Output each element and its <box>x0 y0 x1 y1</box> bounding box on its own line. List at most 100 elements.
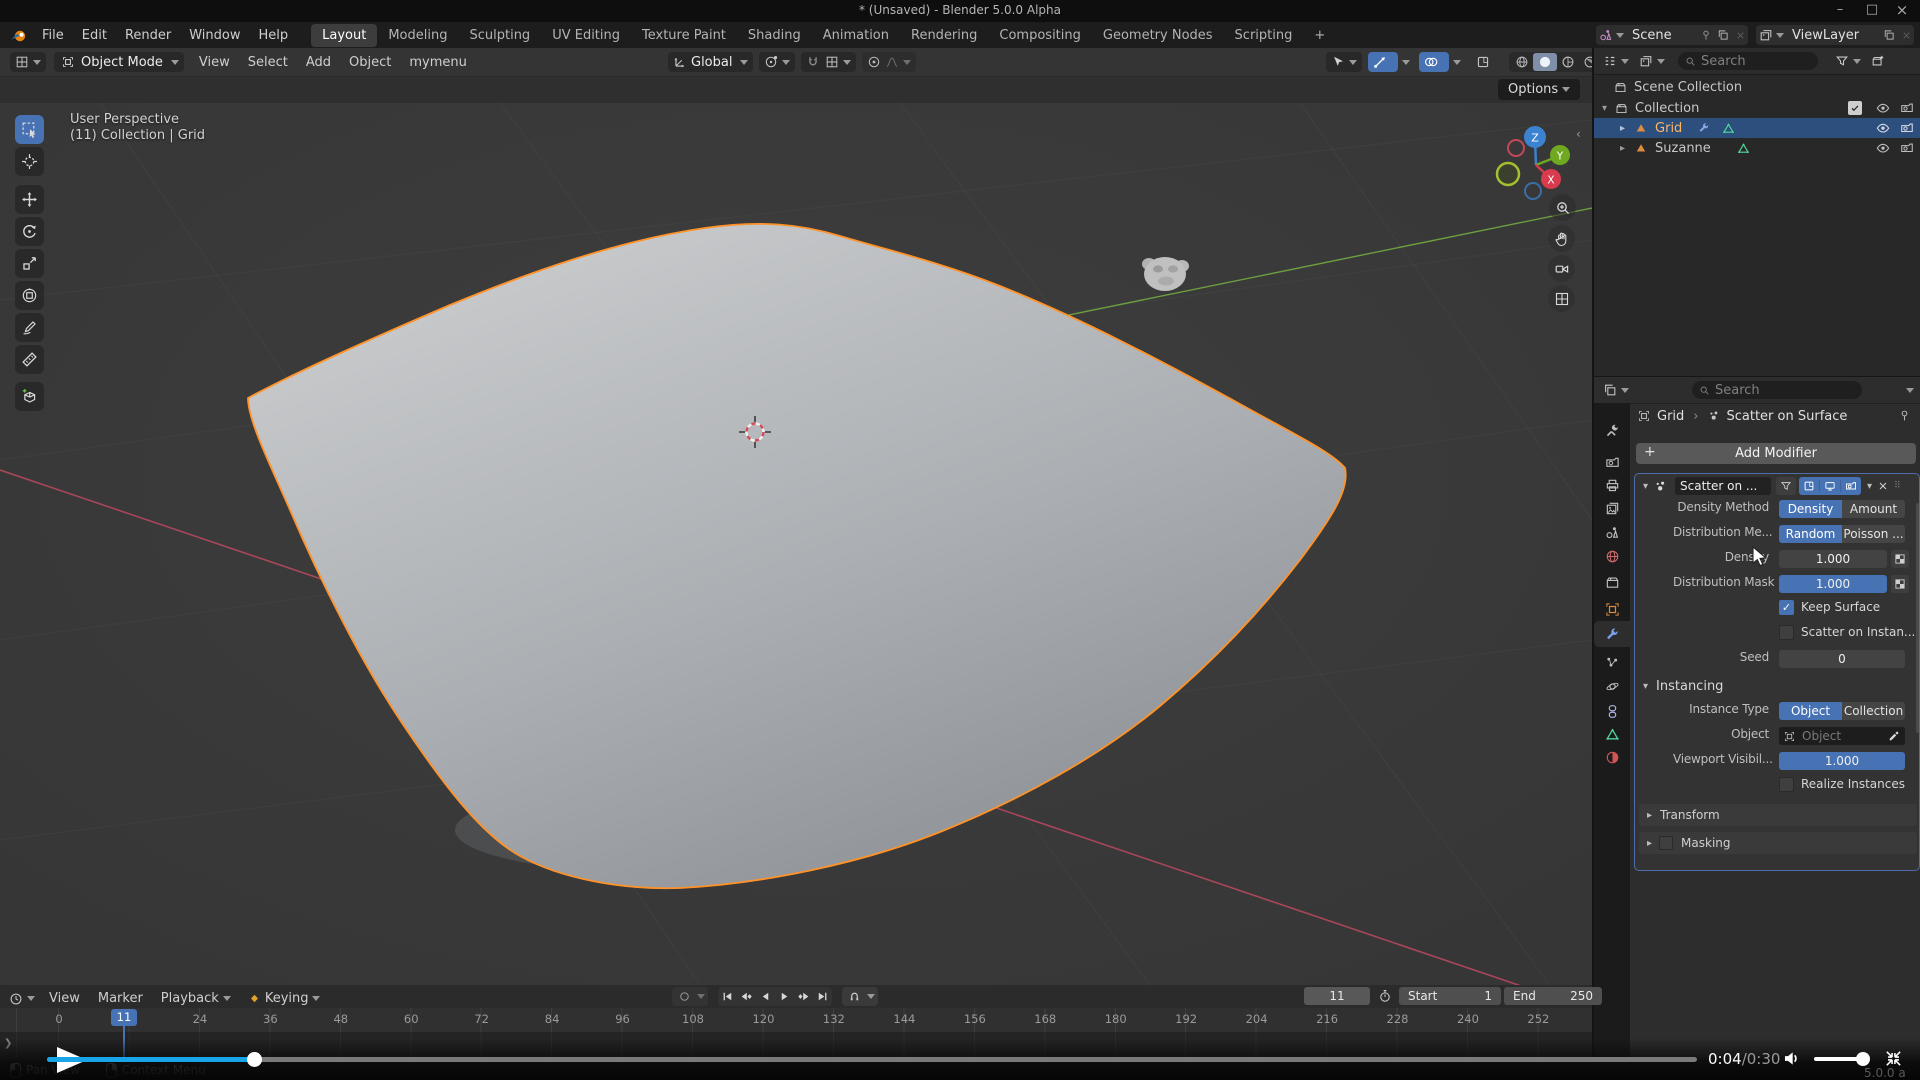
player-progress-track[interactable] <box>47 1057 1697 1062</box>
ortho-toggle-button[interactable] <box>1548 285 1575 312</box>
tool-measure[interactable] <box>15 345 44 374</box>
mask-texture-button[interactable] <box>1891 575 1909 593</box>
outliner-row-scene-collection[interactable]: Scene Collection <box>1594 77 1920 97</box>
viewport-menu-select[interactable]: Select <box>239 51 297 74</box>
viewlayer-selector[interactable]: ViewLayer <box>1756 25 1914 45</box>
eyedropper-icon[interactable] <box>1888 730 1900 742</box>
camera-view-button[interactable] <box>1548 255 1575 282</box>
breadcrumb-object[interactable]: Grid <box>1657 409 1684 424</box>
density-method-density[interactable]: Density <box>1779 500 1842 518</box>
play-button[interactable] <box>775 987 794 1006</box>
viewport-menu-view[interactable]: View <box>190 51 239 74</box>
seed-field[interactable]: 0 <box>1779 650 1905 668</box>
modifier-name-field[interactable]: Scatter on ... <box>1675 477 1771 495</box>
loop-dropdown[interactable] <box>867 994 875 999</box>
distribution-random[interactable]: Random <box>1779 525 1842 543</box>
zoom-button[interactable] <box>1549 194 1576 221</box>
outliner-row-suzanne[interactable]: ▸ Suzanne <box>1594 138 1920 158</box>
options-dropdown[interactable]: Options <box>1498 79 1580 100</box>
outliner-row-grid[interactable]: ▸ Grid <box>1594 118 1920 138</box>
proportional-edit-cluster[interactable] <box>862 52 916 72</box>
render-camera-icon[interactable] <box>1900 141 1914 155</box>
tool-annotate[interactable] <box>15 313 44 342</box>
hide-eye-icon[interactable] <box>1876 121 1890 135</box>
workspace-tab-shading[interactable]: Shading <box>737 24 812 47</box>
viewlayer-name[interactable]: ViewLayer <box>1786 28 1880 43</box>
preview-range-stopwatch-icon[interactable] <box>1378 989 1392 1003</box>
add-workspace-button[interactable]: + <box>1303 24 1336 47</box>
menu-edit[interactable]: Edit <box>73 24 116 47</box>
breadcrumb-modifier[interactable]: Scatter on Surface <box>1727 409 1848 424</box>
outliner-display-mode[interactable] <box>1598 51 1634 71</box>
editor-type-button[interactable] <box>10 52 46 72</box>
scene-name[interactable]: Scene <box>1626 28 1698 43</box>
tool-add-cube[interactable] <box>15 382 44 411</box>
minimize-button[interactable]: – <box>1826 0 1854 22</box>
pan-hand-button[interactable] <box>1548 225 1575 252</box>
pin-icon[interactable] <box>1698 29 1714 41</box>
shading-wireframe-icon[interactable] <box>1511 55 1533 69</box>
shading-solid-icon[interactable] <box>1533 53 1557 71</box>
distribution-poisson[interactable]: Poisson ... <box>1842 525 1905 543</box>
hide-eye-icon[interactable] <box>1876 101 1890 115</box>
blender-logo-icon[interactable] <box>10 28 27 43</box>
workspace-tab-modeling[interactable]: Modeling <box>377 24 458 47</box>
player-volume-knob[interactable] <box>1856 1052 1870 1066</box>
collapse-icon[interactable]: ▾ <box>1643 481 1648 492</box>
tab-tool[interactable] <box>1594 417 1630 443</box>
hide-eye-icon[interactable] <box>1876 141 1890 155</box>
properties-options-dropdown[interactable] <box>1906 388 1914 393</box>
menu-render[interactable]: Render <box>116 24 180 47</box>
sidebar-collapse-icon[interactable]: ‹ <box>1576 127 1581 141</box>
outliner-filter-dropdown[interactable] <box>1830 51 1866 71</box>
workspace-tab-animation[interactable]: Animation <box>812 24 900 47</box>
pin-id-icon[interactable] <box>1898 409 1911 422</box>
viewport-menu-add[interactable]: Add <box>297 51 340 74</box>
drag-handle-icon[interactable]: ⠿ <box>1894 481 1902 491</box>
menu-window[interactable]: Window <box>180 24 249 47</box>
tab-collection[interactable] <box>1594 569 1630 595</box>
maximize-button[interactable]: □ <box>1858 0 1886 22</box>
player-volume-icon[interactable] <box>1782 1049 1801 1068</box>
current-frame-field[interactable]: 11 <box>1304 987 1370 1005</box>
instance-type-object[interactable]: Object <box>1779 702 1842 720</box>
realtime-display-toggle[interactable] <box>1820 480 1841 492</box>
tab-view-layer[interactable] <box>1594 495 1630 521</box>
tool-transform[interactable] <box>15 281 44 310</box>
timeline-editor-type[interactable] <box>4 989 40 1009</box>
edit-mode-display-toggle[interactable] <box>1776 477 1796 495</box>
render-camera-icon[interactable] <box>1900 121 1914 135</box>
new-scene-icon[interactable] <box>1714 29 1732 41</box>
outliner-viewlayer-icon[interactable] <box>1634 51 1670 71</box>
extras-dropdown[interactable]: ▾ <box>1867 481 1872 492</box>
tab-physics[interactable] <box>1594 673 1630 699</box>
gizmo-toggle[interactable] <box>1368 52 1398 72</box>
play-reverse-button[interactable] <box>756 987 775 1006</box>
remove-viewlayer-icon[interactable] <box>1898 30 1914 41</box>
scene-selector[interactable]: Scene <box>1596 25 1748 45</box>
prev-keyframe-button[interactable] <box>737 987 756 1006</box>
new-collection-button[interactable] <box>1866 51 1890 71</box>
tool-rotate[interactable] <box>15 217 44 246</box>
xray-toggle[interactable] <box>1471 52 1501 72</box>
properties-editor-type[interactable] <box>1598 380 1634 400</box>
outliner-search-input[interactable]: Search <box>1678 52 1818 70</box>
viewlayer-icon[interactable] <box>1756 28 1776 42</box>
masking-subpanel[interactable]: ▸ Masking <box>1639 832 1917 854</box>
viewport-menu-mymenu[interactable]: mymenu <box>400 51 476 74</box>
auto-key-dropdown[interactable] <box>697 994 705 999</box>
timeline-menu-marker[interactable]: Marker <box>89 987 152 1010</box>
masking-checkbox[interactable] <box>1659 836 1673 850</box>
tab-object[interactable] <box>1594 596 1630 622</box>
workspace-tab-texture-paint[interactable]: Texture Paint <box>631 24 737 47</box>
instancing-section-header[interactable]: ▾ Instancing <box>1643 676 1723 696</box>
snap-cluster[interactable] <box>801 52 856 72</box>
workspace-tab-scripting[interactable]: Scripting <box>1224 24 1304 47</box>
properties-scrollbar[interactable] <box>1916 503 1919 733</box>
tab-world[interactable] <box>1594 543 1630 569</box>
tab-particles[interactable] <box>1594 649 1630 675</box>
menu-help[interactable]: Help <box>250 24 298 47</box>
density-slider[interactable]: 1.000 <box>1779 550 1887 568</box>
auto-keyframe-record-icon[interactable] <box>675 990 693 1003</box>
end-frame-field[interactable]: End250 <box>1504 987 1602 1005</box>
